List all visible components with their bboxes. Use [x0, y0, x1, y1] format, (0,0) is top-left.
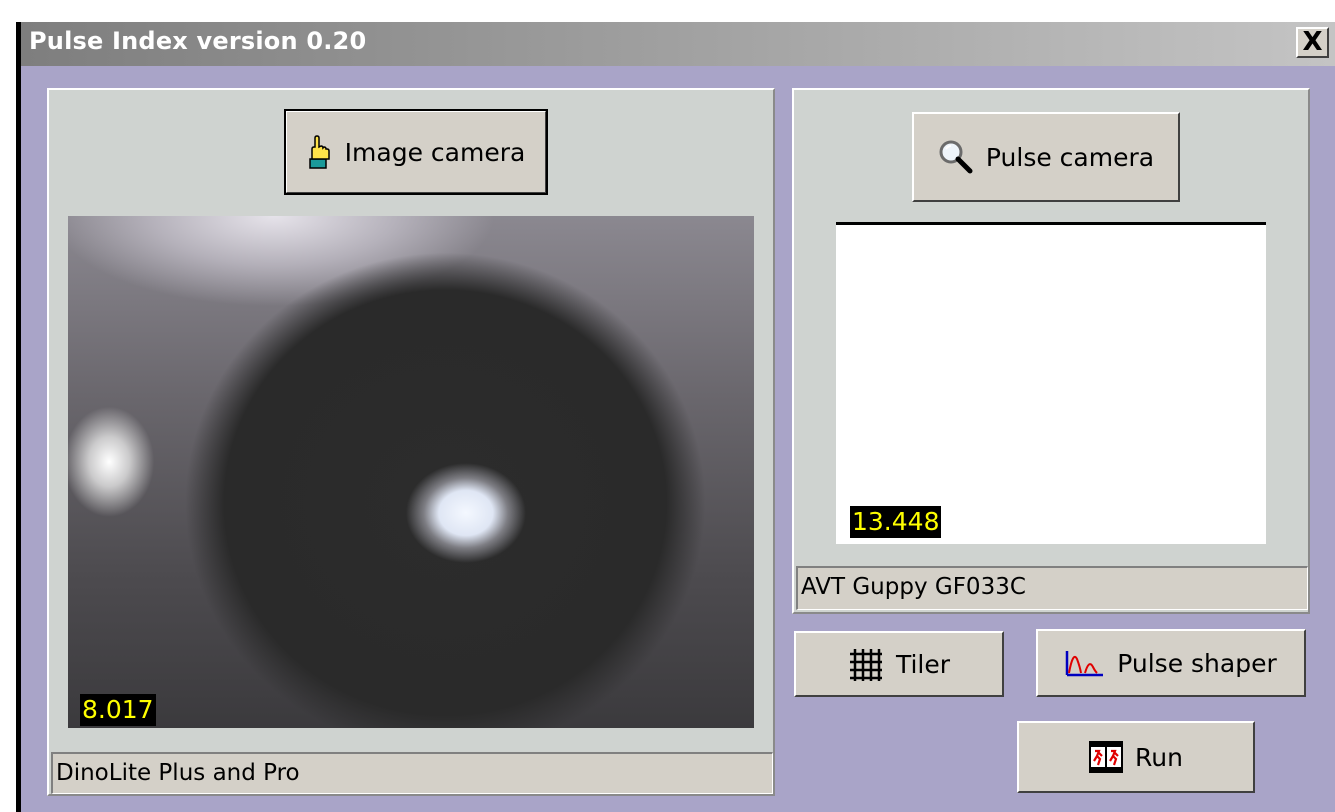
pulse-wave-icon [1065, 649, 1105, 677]
pulse-camera-panel: Pulse camera 13.448 AVT Guppy GF033C [792, 88, 1310, 614]
magnifier-icon [938, 139, 974, 175]
image-camera-panel: Image camera 8.017 DinoLite Plus and Pro [47, 88, 775, 796]
window-title: Pulse Index version 0.20 [29, 27, 367, 55]
image-readout: 8.017 [80, 694, 156, 726]
run-button[interactable]: Run [1017, 721, 1255, 793]
image-camera-label: Image camera [344, 137, 526, 167]
pulse-shaper-label: Pulse shaper [1117, 648, 1277, 678]
pulse-readout: 13.448 [850, 506, 942, 538]
title-bar[interactable]: Pulse Index version 0.20 X [21, 22, 1335, 66]
pulse-shaper-button[interactable]: Pulse shaper [1036, 629, 1306, 697]
close-button[interactable]: X [1296, 27, 1329, 58]
tiler-button[interactable]: Tiler [794, 631, 1004, 697]
image-camera-view: 8.017 [68, 216, 754, 728]
run-label: Run [1135, 742, 1183, 772]
pulse-camera-button[interactable]: Pulse camera [912, 112, 1180, 202]
tiler-label: Tiler [895, 649, 951, 679]
pulse-device-status: AVT Guppy GF033C [796, 566, 1308, 610]
pulse-camera-label: Pulse camera [985, 142, 1155, 172]
pulse-index-window: Pulse Index version 0.20 X Image camera … [21, 22, 1335, 812]
grid-icon [848, 646, 884, 682]
image-camera-button[interactable]: Image camera [284, 109, 548, 195]
film-runner-icon [1089, 741, 1124, 773]
desktop-edge [0, 0, 21, 812]
pulse-camera-view: 13.448 [836, 222, 1266, 544]
image-device-status: DinoLite Plus and Pro [51, 752, 773, 794]
pointing-hand-icon [307, 135, 333, 169]
